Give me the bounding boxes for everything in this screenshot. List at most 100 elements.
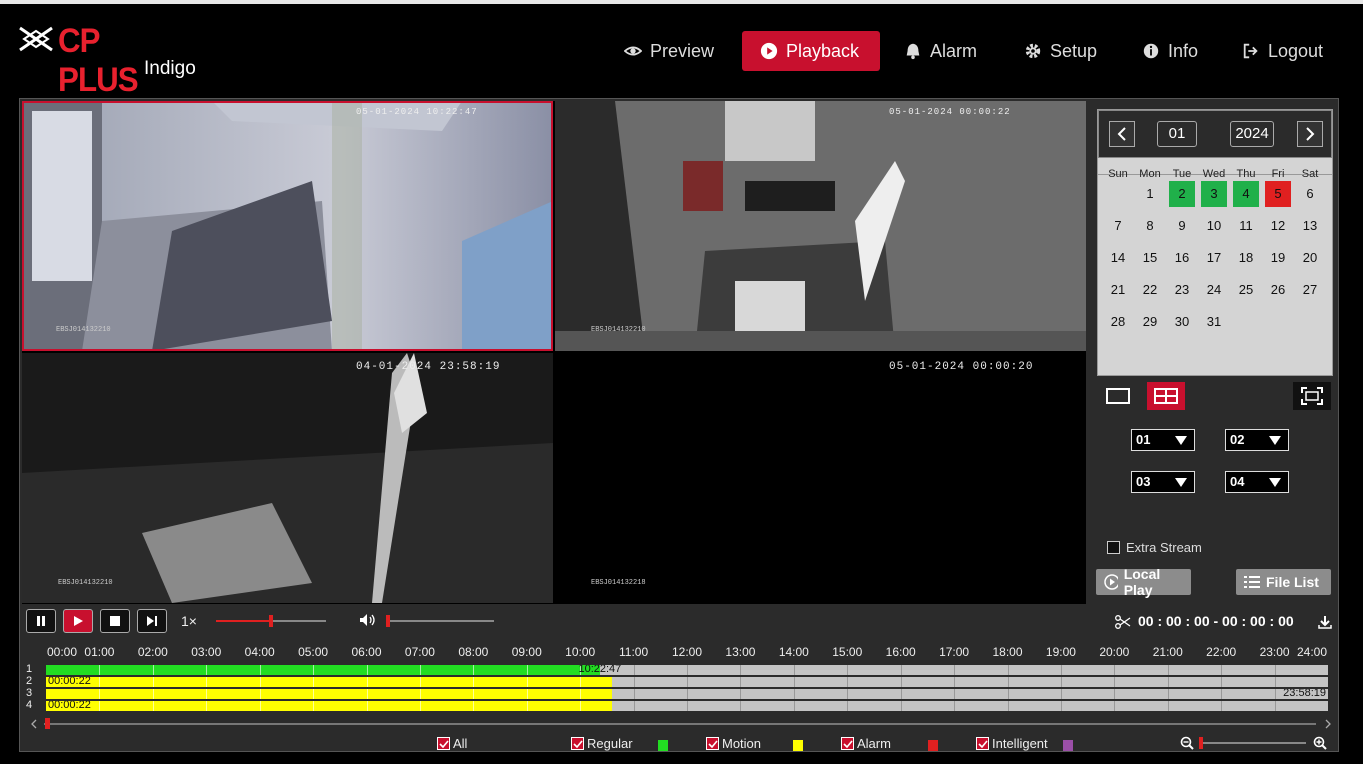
fullscreen-button[interactable]: [1293, 382, 1331, 410]
time-marker: 10:22:47: [578, 665, 622, 675]
calendar-day[interactable]: 1: [1137, 181, 1163, 207]
calendar-day[interactable]: 23: [1169, 277, 1195, 303]
volume-knob[interactable]: [386, 615, 390, 627]
zoom-out-icon[interactable]: [1180, 736, 1194, 750]
channel-1-select[interactable]: 01: [1131, 429, 1195, 451]
local-play-button[interactable]: Local Play: [1096, 566, 1191, 598]
calendar-day[interactable]: 7: [1105, 213, 1131, 239]
quad-view-button[interactable]: [1147, 382, 1185, 410]
filter-alarm-checkbox[interactable]: [841, 737, 854, 750]
calendar-day[interactable]: 13: [1297, 213, 1323, 239]
channel-track[interactable]: 00:00:22: [46, 677, 1328, 687]
stop-button[interactable]: [100, 609, 130, 633]
calendar-day[interactable]: 16: [1169, 245, 1195, 271]
calendar-day[interactable]: 15: [1137, 245, 1163, 271]
timeline-scrollbar[interactable]: [44, 723, 1316, 725]
download-icon[interactable]: [1318, 615, 1332, 629]
volume-slider[interactable]: [386, 615, 494, 627]
nav-info[interactable]: Info: [1124, 31, 1216, 71]
scissors-icon[interactable]: [1115, 615, 1131, 629]
extra-stream-checkbox[interactable]: [1107, 541, 1120, 554]
hour-tick: [740, 689, 742, 699]
calendar-day[interactable]: 25: [1233, 277, 1259, 303]
playback-progress-slider[interactable]: [216, 615, 326, 627]
timeline: 00:00 01:00 02:00 03:00 04:00 05:00 06:00 07:00…: [20, 645, 1338, 735]
video-tile-4[interactable]: 05-01-2024 00:00:20 EBSJ014132218: [555, 353, 1086, 603]
calendar-day[interactable]: 26: [1265, 277, 1291, 303]
hour-tick: [419, 677, 421, 687]
filter-motion-checkbox[interactable]: [706, 737, 719, 750]
channel-2-select[interactable]: 02: [1225, 429, 1289, 451]
calendar-day[interactable]: 31: [1201, 309, 1227, 335]
nav-playback[interactable]: Playback: [742, 31, 880, 71]
nav-alarm[interactable]: Alarm: [886, 31, 995, 71]
calendar-day[interactable]: 3: [1201, 181, 1227, 207]
single-view-button[interactable]: [1099, 382, 1137, 410]
nav-preview[interactable]: Preview: [606, 31, 732, 71]
filter-all-checkbox[interactable]: [437, 737, 450, 750]
calendar-day[interactable]: 5: [1265, 181, 1291, 207]
nav-setup[interactable]: Setup: [1006, 31, 1115, 71]
hour-tick: [687, 701, 688, 711]
video-timestamp: 04-01-2024 23:58:19: [356, 361, 501, 373]
volume-icon[interactable]: [359, 613, 377, 627]
channel-1-value: 01: [1136, 432, 1151, 447]
calendar-day[interactable]: 14: [1105, 245, 1131, 271]
calendar-day[interactable]: 30: [1169, 309, 1195, 335]
video-tile-1[interactable]: 05-01-2024 10:22:47 EBSJ014132210: [22, 101, 553, 351]
hour-tick: [206, 689, 208, 699]
next-frame-button[interactable]: [137, 609, 167, 633]
calendar-day[interactable]: 21: [1105, 277, 1131, 303]
calendar-day[interactable]: 9: [1169, 213, 1195, 239]
calendar-day[interactable]: 8: [1137, 213, 1163, 239]
calendar-day[interactable]: 2: [1169, 181, 1195, 207]
scroll-right-icon[interactable]: [1324, 719, 1332, 729]
zoom-slider[interactable]: [1200, 742, 1306, 744]
calendar-day[interactable]: 29: [1137, 309, 1163, 335]
pause-button[interactable]: [26, 609, 56, 633]
filter-intelligent-checkbox[interactable]: [976, 737, 989, 750]
channel-3-select[interactable]: 03: [1131, 471, 1195, 493]
calendar-day[interactable]: 6: [1297, 181, 1323, 207]
calendar-day[interactable]: 28: [1105, 309, 1131, 335]
calendar-day[interactable]: 19: [1265, 245, 1291, 271]
calendar-day[interactable]: 17: [1201, 245, 1227, 271]
nav-logout[interactable]: Logout: [1224, 31, 1341, 71]
filter-regular-checkbox[interactable]: [571, 737, 584, 750]
calendar-day[interactable]: 22: [1137, 277, 1163, 303]
hour-tick: [847, 665, 849, 675]
hour-tick: [366, 677, 368, 687]
calendar-day[interactable]: 10: [1201, 213, 1227, 239]
calendar-day[interactable]: 12: [1265, 213, 1291, 239]
calendar-day[interactable]: 27: [1297, 277, 1323, 303]
file-list-button[interactable]: File List: [1236, 569, 1331, 595]
calendar-day[interactable]: 24: [1201, 277, 1227, 303]
calendar-day[interactable]: 4: [1233, 181, 1259, 207]
video-tile-2[interactable]: 05-01-2024 00:00:22 EBSJ014132210: [555, 101, 1086, 351]
channel-track[interactable]: 23:58:19: [46, 689, 1328, 699]
checkmark-icon: [842, 739, 853, 748]
channel-4-select[interactable]: 04: [1225, 471, 1289, 493]
hour-tick: [1114, 665, 1116, 675]
scroll-left-icon[interactable]: [30, 719, 38, 729]
next-month-button[interactable]: [1297, 121, 1323, 147]
prev-month-button[interactable]: [1109, 121, 1135, 147]
month-field[interactable]: 01: [1157, 121, 1197, 147]
calendar-day[interactable]: 11: [1233, 213, 1259, 239]
hour-label: 08:00: [458, 645, 489, 659]
timeline-scroll-thumb[interactable]: [45, 718, 50, 729]
play-button[interactable]: [63, 609, 93, 633]
zoom-in-icon[interactable]: [1313, 736, 1327, 750]
hour-tick: [1007, 701, 1009, 711]
channel-track[interactable]: 00:00:22: [46, 701, 1328, 711]
zoom-knob[interactable]: [1199, 737, 1203, 749]
channel-track[interactable]: 10:22:47: [46, 665, 1328, 675]
year-field[interactable]: 2024: [1230, 121, 1274, 147]
calendar-day[interactable]: 20: [1297, 245, 1323, 271]
nav-alarm-label: Alarm: [930, 40, 978, 61]
video-tile-3[interactable]: 04-01-2024 23:58:19 EBSJ014132210: [22, 353, 553, 603]
progress-knob[interactable]: [269, 615, 273, 627]
hour-tick: [1114, 677, 1116, 687]
filter-motion-label: Motion: [722, 736, 762, 751]
calendar-day[interactable]: 18: [1233, 245, 1259, 271]
